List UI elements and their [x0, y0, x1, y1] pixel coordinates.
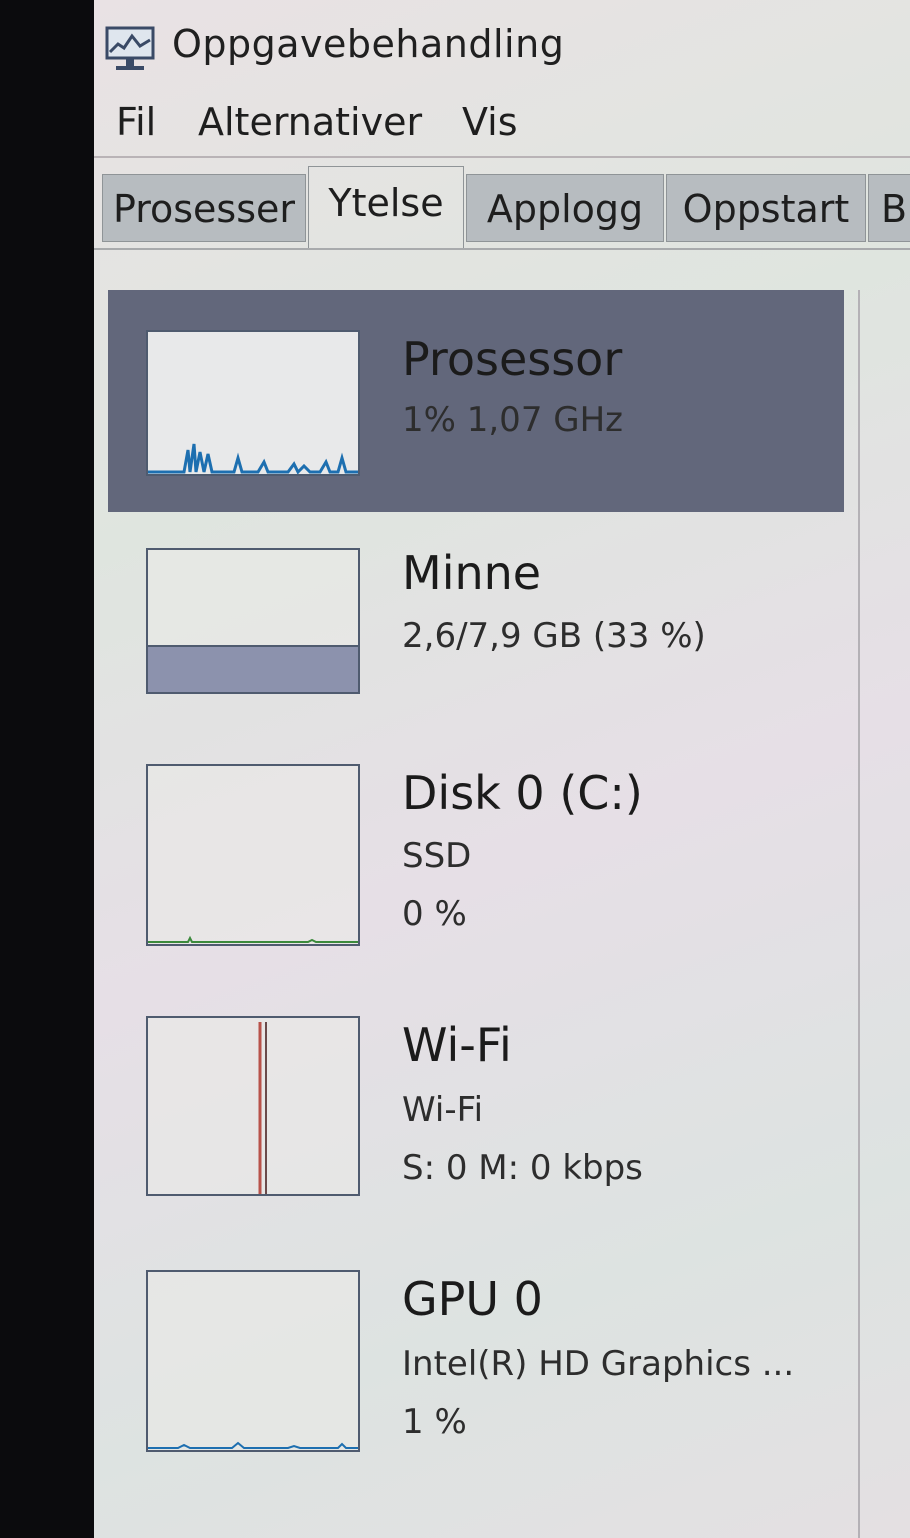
- menu-file[interactable]: Fil: [116, 100, 156, 144]
- menu-bar: Fil Alternativer Vis: [94, 98, 910, 158]
- tab-strip: Prosesser Ytelse Applogg Oppstart B: [94, 166, 910, 250]
- window-title: Oppgavebehandling: [172, 22, 565, 66]
- memory-usage: 2,6/7,9 GB (33 %): [402, 616, 706, 656]
- wifi-adapter: Wi-Fi: [402, 1090, 484, 1130]
- gpu-title: GPU 0: [402, 1272, 543, 1326]
- task-manager-icon: [104, 22, 158, 74]
- tab-startup[interactable]: Oppstart: [666, 174, 866, 242]
- tab-divider: [94, 248, 910, 250]
- resource-item-memory[interactable]: Minne 2,6/7,9 GB (33 %): [108, 524, 844, 724]
- cpu-title: Prosessor: [402, 332, 623, 386]
- network-graph: [146, 1016, 360, 1196]
- resource-list: Prosessor 1% 1,07 GHz Minne 2,6/7,9 GB (…: [108, 288, 860, 1538]
- disk-type: SSD: [402, 836, 472, 876]
- menu-options[interactable]: Alternativer: [198, 100, 422, 144]
- cpu-usage: 1% 1,07 GHz: [402, 400, 624, 440]
- resource-item-disk[interactable]: Disk 0 (C:) SSD 0 %: [108, 742, 844, 962]
- menu-view[interactable]: Vis: [462, 100, 518, 144]
- disk-graph: [146, 764, 360, 946]
- tab-users[interactable]: B: [868, 174, 910, 242]
- resource-item-gpu[interactable]: GPU 0 Intel(R) HD Graphics ... 1 %: [108, 1250, 844, 1470]
- tab-processes[interactable]: Prosesser: [102, 174, 306, 242]
- tab-performance[interactable]: Ytelse: [308, 166, 464, 250]
- disk-usage: 0 %: [402, 894, 467, 934]
- memory-graph: [146, 548, 360, 694]
- disk-title: Disk 0 (C:): [402, 766, 643, 820]
- gpu-usage: 1 %: [402, 1402, 467, 1442]
- title-bar: Oppgavebehandling: [94, 0, 910, 90]
- gpu-name: Intel(R) HD Graphics ...: [402, 1344, 795, 1384]
- wifi-throughput: S: 0 M: 0 kbps: [402, 1148, 643, 1188]
- resource-item-wifi[interactable]: Wi-Fi Wi-Fi S: 0 M: 0 kbps: [108, 998, 844, 1218]
- resource-item-cpu[interactable]: Prosessor 1% 1,07 GHz: [108, 290, 844, 512]
- tab-app-history[interactable]: Applogg: [466, 174, 664, 242]
- memory-title: Minne: [402, 546, 542, 600]
- task-manager-window: Oppgavebehandling Fil Alternativer Vis P…: [94, 0, 910, 1538]
- gpu-graph: [146, 1270, 360, 1452]
- wifi-title: Wi-Fi: [402, 1018, 512, 1072]
- cpu-graph: [146, 330, 360, 476]
